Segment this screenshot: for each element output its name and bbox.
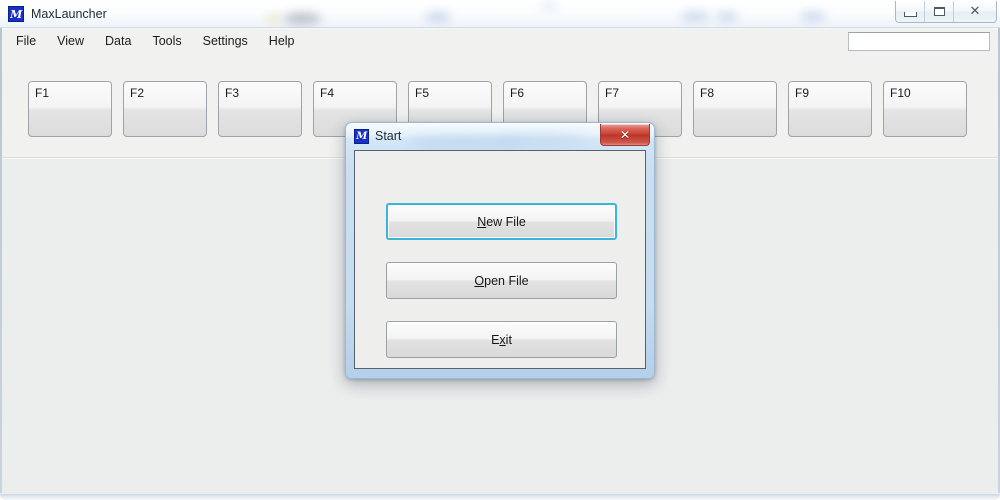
glass-blur-artifacts	[0, 0, 1000, 28]
dialog-logo-icon: M	[354, 129, 369, 144]
function-button-label: F2	[130, 86, 145, 100]
dialog-body: New File Open File Exit	[354, 150, 646, 369]
function-button-label: F3	[225, 86, 240, 100]
window-controls: ✕	[895, 1, 997, 23]
menu-item-tools[interactable]: Tools	[142, 30, 191, 53]
menu-item-view[interactable]: View	[47, 30, 94, 53]
minimize-button[interactable]	[896, 1, 925, 22]
dialog-title-bar[interactable]: M Start ✕	[346, 123, 654, 150]
function-button-label: F9	[795, 86, 810, 100]
function-button-label: F8	[700, 86, 715, 100]
dialog-button-stack: New File Open File Exit	[386, 203, 617, 358]
window-left-border	[0, 28, 2, 493]
menu-item-file[interactable]: File	[6, 30, 46, 53]
function-button-f10[interactable]: F10	[883, 81, 967, 137]
new-file-button[interactable]: New File	[386, 203, 617, 240]
function-button-f2[interactable]: F2	[123, 81, 207, 137]
function-button-label: F4	[320, 86, 335, 100]
exit-label: Exit	[491, 332, 512, 347]
title-bar[interactable]: M MaxLauncher ✕	[0, 0, 1000, 28]
new-file-label: New File	[477, 214, 526, 229]
app-logo-glyph: M	[10, 7, 22, 21]
function-button-label: F10	[890, 86, 911, 100]
dialog-close-button[interactable]: ✕	[600, 124, 650, 146]
minimize-icon	[903, 11, 917, 17]
exit-button[interactable]: Exit	[386, 321, 617, 358]
function-button-label: F1	[35, 86, 50, 100]
dialog-logo-glyph: M	[356, 130, 367, 142]
function-button-label: F6	[510, 86, 525, 100]
function-button-f8[interactable]: F8	[693, 81, 777, 137]
function-button-label: F7	[605, 86, 620, 100]
function-button-f3[interactable]: F3	[218, 81, 302, 137]
dialog-close-icon: ✕	[619, 127, 631, 142]
window-bottom-border	[0, 494, 1000, 500]
function-button-f1[interactable]: F1	[28, 81, 112, 137]
close-icon: ✕	[969, 4, 981, 19]
new-file-accel: N	[477, 214, 487, 229]
start-dialog: M Start ✕ New File Open File Exit	[345, 122, 655, 379]
maximize-icon	[933, 7, 945, 16]
dialog-title: Start	[375, 129, 402, 143]
open-file-label: Open File	[474, 273, 529, 288]
maximize-button[interactable]	[925, 1, 954, 22]
open-file-button[interactable]: Open File	[386, 262, 617, 299]
app-logo-icon: M	[8, 6, 24, 22]
function-button-label: F5	[415, 86, 430, 100]
menu-item-data[interactable]: Data	[95, 30, 141, 53]
search-input[interactable]	[848, 32, 990, 51]
menu-item-settings[interactable]: Settings	[193, 30, 258, 53]
close-button[interactable]: ✕	[954, 1, 996, 22]
menu-item-help[interactable]: Help	[259, 30, 305, 53]
window-title: MaxLauncher	[31, 7, 107, 21]
function-button-f9[interactable]: F9	[788, 81, 872, 137]
application-window: M MaxLauncher ✕ File View Data Tools Set	[0, 0, 1000, 500]
open-file-accel: O	[474, 273, 485, 288]
